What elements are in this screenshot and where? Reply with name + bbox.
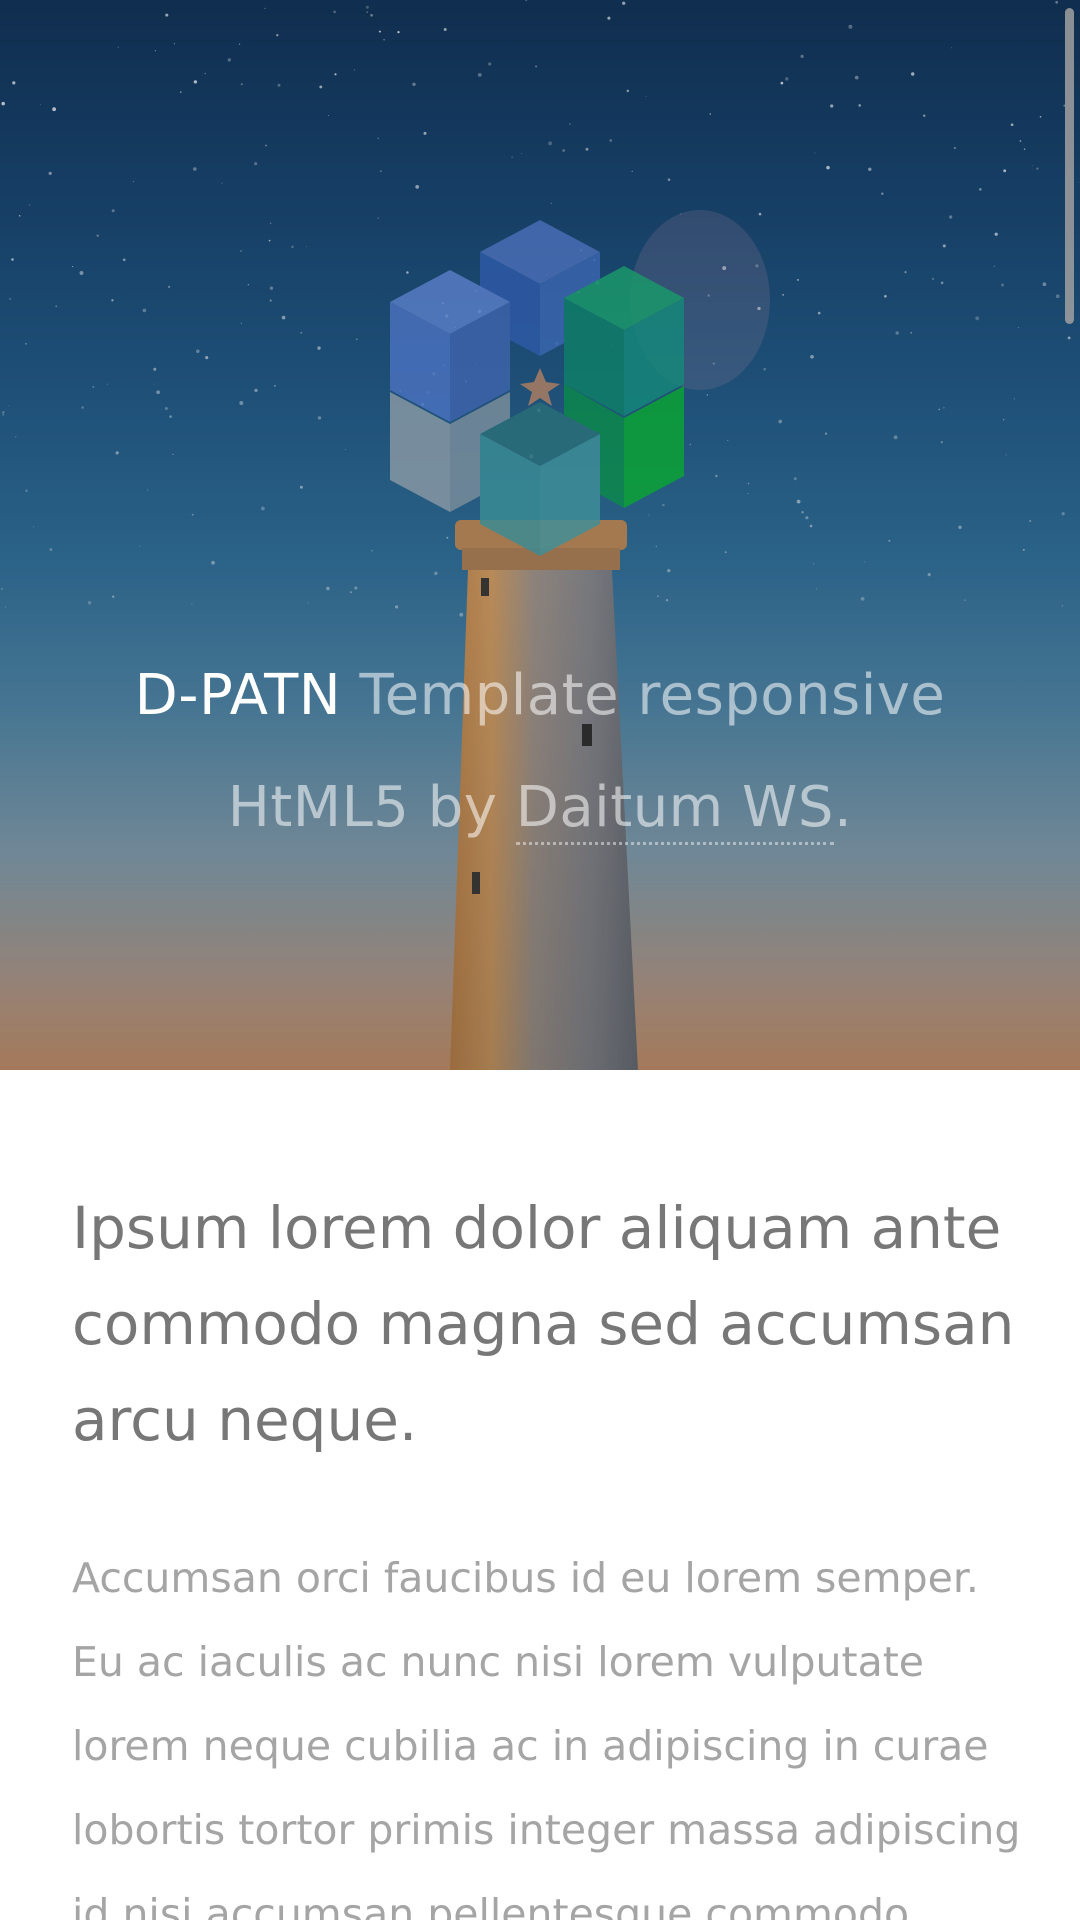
brand-name: D-PATN	[134, 663, 342, 728]
hero-title-end: .	[833, 775, 853, 840]
cube-cluster-logo-icon	[390, 220, 684, 556]
hero-banner: D-PATN Template responsive HtML5 by Dait…	[0, 0, 1080, 1070]
hero-title-part2: HtML5 by	[227, 775, 498, 840]
main-content: Ipsum lorem dolor aliquam ante commodo m…	[72, 1180, 1022, 1920]
hero-title: D-PATN Template responsive HtML5 by Dait…	[60, 640, 1020, 864]
section-paragraph: Accumsan orci faucibus id eu lorem sempe…	[72, 1554, 1021, 1920]
section-headline: Ipsum lorem dolor aliquam ante commodo m…	[72, 1194, 1015, 1454]
scrollbar-thumb[interactable]	[1065, 8, 1074, 324]
page: D-PATN Template responsive HtML5 by Dait…	[0, 0, 1080, 1920]
hero-title-part1: Template responsive	[359, 663, 946, 728]
author-link[interactable]: Daitum WS	[515, 775, 834, 845]
